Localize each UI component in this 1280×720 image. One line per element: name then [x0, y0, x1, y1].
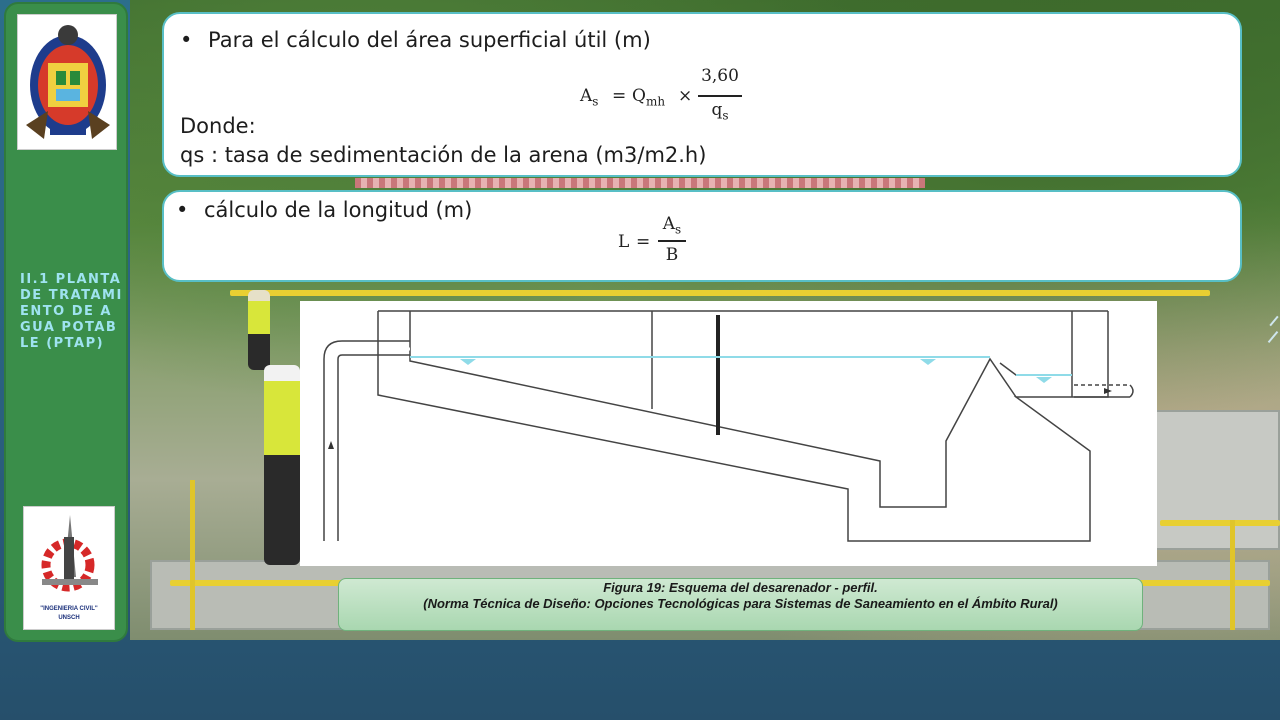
worker-figure: [248, 290, 270, 370]
formula-lhs: L: [618, 232, 630, 252]
sidebar: II.1 PLANTA DE TRATAMIENTO DE AGUA POTAB…: [4, 2, 128, 642]
formula-denominator: B: [665, 245, 679, 265]
surface-area-card: • Para el cálculo del área superficial út…: [162, 12, 1242, 177]
tank-inner-wall: [409, 311, 1017, 508]
formula-lhs-sub: s: [592, 94, 599, 109]
outlet-pipe-end: [1129, 384, 1134, 398]
bullet-dot-icon: •: [176, 198, 189, 222]
formula-numerator: 3,60: [701, 66, 739, 86]
weir-line: [999, 362, 1040, 376]
water-level-marker-icon: [1036, 377, 1052, 383]
formula-equals: =: [636, 232, 651, 252]
donde-label: Donde:: [180, 114, 256, 138]
surface-area-bullet: • Para el cálculo del área superficial út…: [180, 28, 651, 52]
formula-numerator: A: [662, 214, 676, 234]
fraction-bar: [658, 240, 686, 242]
surface-area-formula: As = Qmh × 3,60 qs: [580, 64, 750, 130]
length-text: cálculo de la longitud (m): [204, 198, 473, 222]
diagram-svg: [323, 310, 1134, 542]
railing-post: [190, 480, 195, 630]
formula-numerator-sub: s: [675, 222, 682, 237]
yellow-railing: [230, 290, 1210, 296]
formula-q-sub: mh: [645, 94, 666, 109]
caption-line-2: (Norma Técnica de Diseño: Opciones Tecno…: [423, 596, 1058, 611]
figure-caption: Figura 19: Esquema del desarenador - per…: [338, 578, 1143, 631]
length-card: • cálculo de la longitud (m) L = As B: [162, 190, 1242, 282]
water-level-marker-icon: [460, 359, 476, 365]
inlet-pipe-elbow: [337, 354, 410, 360]
logo-subcaption: UNSCH: [58, 615, 80, 621]
length-formula: L = As B: [618, 212, 708, 272]
railing-post: [1230, 520, 1235, 630]
length-bullet: • cálculo de la longitud (m): [176, 198, 472, 222]
formula-denominator: q: [711, 100, 723, 120]
bullet-dot-icon: •: [180, 28, 193, 52]
caption-line-1: Figura 19: Esquema del desarenador - per…: [603, 580, 878, 595]
water-level-marker-icon: [920, 359, 936, 365]
formula-lhs: A: [580, 86, 593, 106]
yellow-railing: [1160, 520, 1280, 526]
formula-denominator-sub: s: [722, 108, 729, 123]
civil-engineering-logo: "INGENIERIA CIVIL" UNSCH: [23, 506, 115, 630]
flow-arrow-up-icon: [328, 441, 334, 449]
qs-definition: qs : tasa de sedimentación de la arena (…: [180, 143, 707, 167]
worker-figure: [264, 365, 300, 565]
section-label: II.1 PLANTA DE TRATAMIENTO DE AGUA POTAB…: [20, 272, 123, 351]
formula-q: Q: [632, 86, 646, 106]
tank-outer-wall: [377, 311, 1109, 542]
surface-area-text: Para el cálculo del área superficial úti…: [208, 28, 651, 52]
university-crest-logo: [17, 14, 117, 150]
logo-caption: "INGENIERIA CIVIL": [40, 606, 98, 612]
concrete-tank-right: [1150, 410, 1280, 550]
fraction-bar: [698, 95, 742, 97]
sand-trap-profile-diagram: [300, 301, 1157, 566]
building-roof: [355, 178, 925, 188]
formula-times: ×: [678, 86, 693, 106]
formula-equals: =: [612, 86, 627, 106]
